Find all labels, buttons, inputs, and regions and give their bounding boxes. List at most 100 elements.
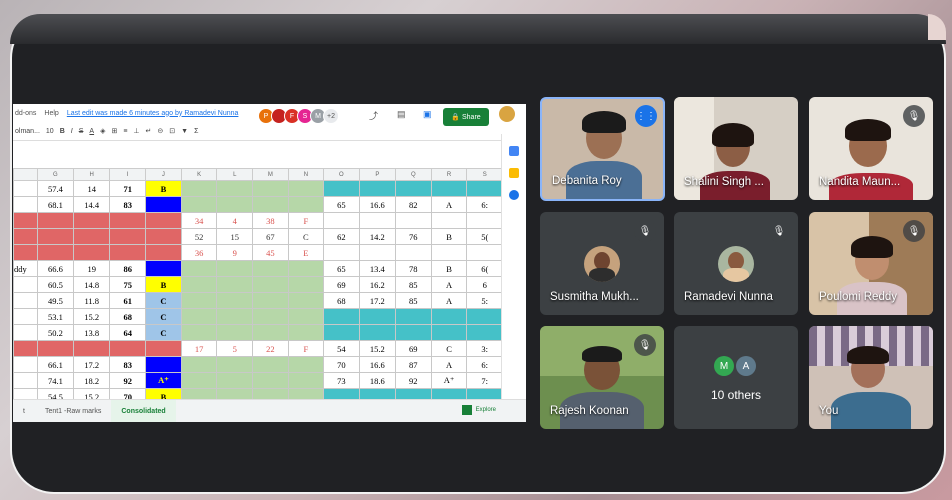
shared-screen-spreadsheet[interactable]: dd-ons Help Last edit was made 6 minutes… [13, 104, 526, 422]
table-cell[interactable]: 65 [323, 196, 360, 213]
table-cell[interactable] [180, 276, 218, 293]
table-cell[interactable] [430, 324, 468, 341]
table-cell[interactable]: 60.5 [36, 276, 75, 293]
row-prefix-cell[interactable] [13, 276, 38, 293]
row-prefix-cell[interactable] [13, 196, 38, 213]
table-cell[interactable] [358, 308, 397, 325]
row-prefix-cell[interactable] [13, 372, 38, 389]
table-cell[interactable]: 50.2 [36, 324, 75, 341]
keep-icon[interactable] [509, 168, 519, 178]
table-cell[interactable] [252, 292, 289, 309]
table-cell[interactable] [145, 356, 182, 373]
tasks-icon[interactable] [509, 190, 519, 200]
table-cell[interactable] [145, 340, 182, 357]
sheet-tab-consolidated[interactable]: Consolidated [111, 400, 176, 422]
table-cell[interactable]: A [430, 276, 468, 293]
row-prefix-cell[interactable] [13, 308, 38, 325]
last-edit-link[interactable]: Last edit was made 6 minutes ago by Rama… [67, 110, 239, 117]
table-cell[interactable]: 22 [252, 340, 289, 357]
calendar-icon[interactable] [509, 146, 519, 156]
table-cell[interactable]: C [145, 308, 182, 325]
table-cell[interactable] [287, 260, 325, 277]
menu-help[interactable]: Help [44, 110, 58, 117]
table-cell[interactable]: 14.8 [73, 276, 111, 293]
table-cell[interactable] [287, 276, 325, 293]
table-cell[interactable]: 73 [323, 372, 360, 389]
strikethrough-icon[interactable]: S [79, 128, 84, 135]
table-cell[interactable] [145, 260, 182, 277]
row-prefix-cell[interactable] [13, 292, 38, 309]
table-cell[interactable]: 69 [395, 340, 432, 357]
column-header[interactable]: S [466, 168, 503, 181]
bold-icon[interactable]: B [60, 128, 65, 135]
fill-color-icon[interactable]: ◈ [100, 127, 105, 135]
table-cell[interactable]: B [430, 260, 468, 277]
table-cell[interactable] [145, 196, 182, 213]
table-cell[interactable]: 70 [323, 356, 360, 373]
table-cell[interactable]: 61 [109, 292, 146, 309]
collaborator-avatar[interactable]: +2 [323, 108, 339, 124]
table-cell[interactable]: 6: [466, 196, 503, 213]
table-cell[interactable]: 92 [395, 372, 432, 389]
table-cell[interactable] [323, 324, 360, 341]
row-prefix-cell[interactable] [13, 180, 38, 197]
table-cell[interactable]: 36 [180, 244, 218, 261]
table-cell[interactable]: 68 [323, 292, 360, 309]
table-cell[interactable]: 6( [466, 260, 503, 277]
table-cell[interactable] [466, 180, 503, 197]
table-cell[interactable]: 74.1 [36, 372, 75, 389]
table-cell[interactable] [109, 212, 146, 229]
table-cell[interactable] [430, 308, 468, 325]
column-header[interactable]: G [36, 168, 75, 181]
table-cell[interactable] [430, 180, 468, 197]
table-cell[interactable]: 66.1 [36, 356, 75, 373]
column-header[interactable]: Q [395, 168, 432, 181]
table-cell[interactable]: 66.6 [36, 260, 75, 277]
table-cell[interactable]: E [287, 244, 325, 261]
table-cell[interactable]: 13.4 [358, 260, 397, 277]
table-cell[interactable] [430, 244, 468, 261]
table-cell[interactable]: 54 [323, 340, 360, 357]
table-cell[interactable] [430, 212, 468, 229]
align-icon[interactable]: ≡ [123, 128, 127, 135]
table-cell[interactable] [180, 324, 218, 341]
table-cell[interactable]: 68.1 [36, 196, 75, 213]
table-cell[interactable] [395, 212, 432, 229]
table-cell[interactable] [287, 292, 325, 309]
others-tile[interactable]: M A 10 others [674, 326, 798, 429]
table-cell[interactable] [180, 356, 218, 373]
participant-tile[interactable]: 🎙 Rajesh Koonan [540, 326, 664, 429]
table-cell[interactable] [252, 196, 289, 213]
font-select[interactable]: olman... [15, 128, 40, 135]
table-cell[interactable] [323, 308, 360, 325]
column-header[interactable]: O [323, 168, 360, 181]
table-cell[interactable]: A⁺ [145, 372, 182, 389]
table-cell[interactable]: 68 [109, 308, 146, 325]
table-cell[interactable] [287, 308, 325, 325]
table-cell[interactable]: A [430, 356, 468, 373]
table-cell[interactable] [216, 372, 254, 389]
table-cell[interactable]: 15 [216, 228, 254, 245]
table-cell[interactable] [216, 196, 254, 213]
table-cell[interactable]: 67 [252, 228, 289, 245]
column-header[interactable]: R [430, 168, 468, 181]
table-cell[interactable]: 6: [466, 356, 503, 373]
table-cell[interactable] [145, 212, 182, 229]
table-cell[interactable]: B [145, 276, 182, 293]
table-cell[interactable]: 57.4 [36, 180, 75, 197]
table-cell[interactable]: 14.4 [73, 196, 111, 213]
self-tile[interactable]: You [809, 326, 933, 429]
table-cell[interactable]: C [145, 324, 182, 341]
column-header[interactable]: K [180, 168, 218, 181]
table-cell[interactable] [395, 308, 432, 325]
participant-tile[interactable]: Shalini Singh ... [674, 97, 798, 200]
table-cell[interactable] [109, 244, 146, 261]
table-cell[interactable] [287, 180, 325, 197]
table-cell[interactable]: 13.8 [73, 324, 111, 341]
table-cell[interactable]: 18.6 [358, 372, 397, 389]
table-cell[interactable]: 7: [466, 372, 503, 389]
table-cell[interactable]: 83 [109, 196, 146, 213]
link-icon[interactable]: ⊝ [157, 127, 163, 135]
table-cell[interactable] [395, 324, 432, 341]
table-cell[interactable]: 86 [109, 260, 146, 277]
